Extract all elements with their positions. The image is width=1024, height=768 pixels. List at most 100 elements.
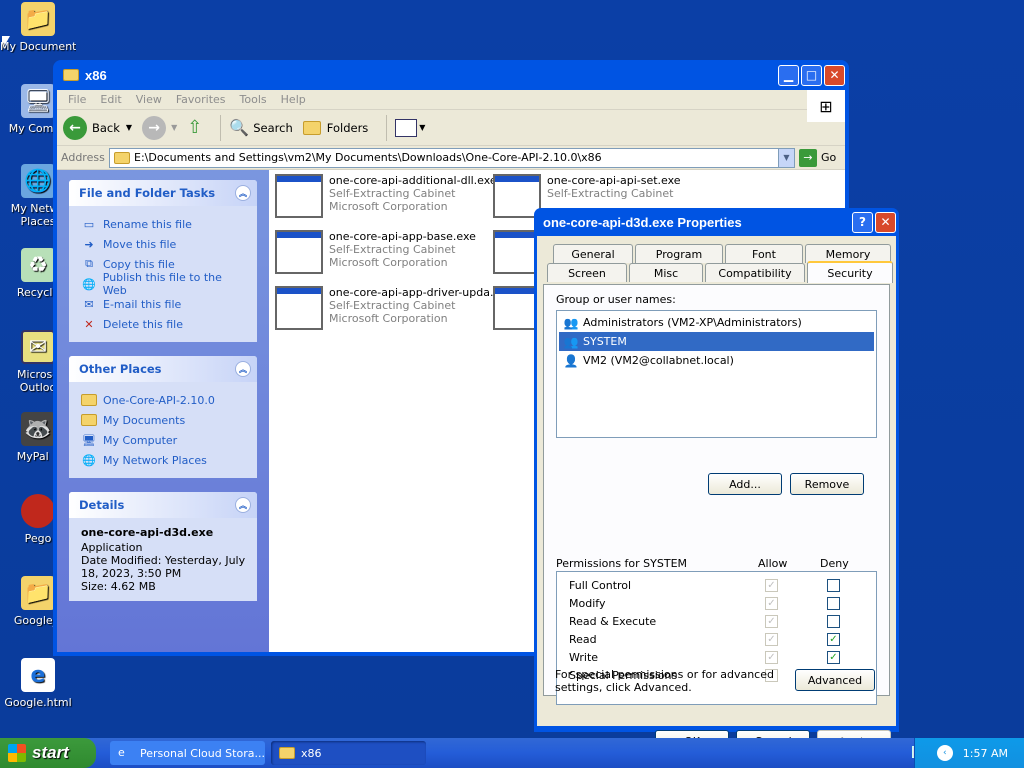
go-button[interactable]: → Go — [799, 148, 845, 167]
file-item[interactable]: one-core-api-additional-dll.exe Self-Ext… — [275, 174, 493, 222]
menu-file[interactable]: File — [68, 93, 86, 106]
views-button[interactable]: ▼ — [395, 118, 425, 137]
go-arrow-icon: → — [799, 148, 817, 167]
folder-icon — [63, 69, 79, 81]
menu-favorites[interactable]: Favorites — [176, 93, 226, 106]
collapse-icon[interactable]: ︽ — [235, 185, 251, 201]
task-move[interactable]: ➜ Move this file — [81, 234, 247, 254]
taskbar-item-personal-cloud[interactable]: e Personal Cloud Stora... — [110, 741, 265, 765]
address-input[interactable]: E:\Documents and Settings\vm2\My Documen… — [109, 147, 795, 168]
rename-icon: ▭ — [83, 217, 95, 231]
other-places-header[interactable]: Other Places ︽ — [69, 356, 257, 382]
tab-strip: General Program Font Memory Screen Misc … — [543, 244, 893, 286]
desktop-icon-google-html[interactable]: e Google.html — [0, 658, 76, 709]
tab-security[interactable]: Security — [807, 261, 893, 283]
computer-icon: 🖥 — [82, 433, 96, 447]
details-modified: Date Modified: Yesterday, July 18, 2023,… — [81, 554, 246, 580]
panel-title: File and Folder Tasks — [79, 186, 216, 200]
details-header[interactable]: Details ︽ — [69, 492, 257, 518]
remove-button[interactable]: Remove — [790, 473, 864, 495]
task-publish[interactable]: 🌐 Publish this file to the Web — [81, 271, 247, 297]
search-button[interactable]: 🔍 Search — [229, 118, 292, 137]
collapse-icon[interactable]: ︽ — [235, 361, 251, 377]
desktop-icon-my-documents[interactable]: 📁 My Documents — [0, 2, 76, 53]
group-label: Group or user names: — [556, 293, 676, 306]
folders-button[interactable]: Folders — [302, 120, 368, 135]
close-button[interactable]: ✕ — [824, 64, 845, 86]
place-my-network[interactable]: 🌐 My Network Places — [81, 450, 247, 470]
go-label: Go — [821, 151, 837, 164]
deny-checkbox[interactable]: ✓ — [827, 632, 840, 646]
collapse-icon[interactable]: ︽ — [235, 497, 251, 513]
deny-checkbox[interactable] — [827, 614, 840, 628]
tab-program[interactable]: Program — [635, 244, 723, 263]
ie-html-icon: e — [21, 658, 55, 692]
chevron-down-icon[interactable]: ▼ — [126, 123, 132, 132]
allow-checkbox: ✓ — [765, 614, 778, 628]
allow-header: Allow — [758, 557, 788, 570]
back-button[interactable]: ← Back ▼ — [63, 115, 132, 140]
chevron-down-icon[interactable]: ▼ — [171, 123, 177, 132]
file-item[interactable]: one-core-api-app-driver-upda... Self-Ext… — [275, 286, 493, 334]
add-button[interactable]: Add... — [708, 473, 782, 495]
network-icon: 🌐 — [82, 453, 96, 467]
advanced-button[interactable]: Advanced — [795, 669, 875, 691]
explorer-titlebar[interactable]: x86 ▁ □ ✕ — [57, 60, 845, 90]
user-group-icon: 👥 — [563, 334, 579, 349]
deny-checkbox[interactable] — [827, 596, 840, 610]
ok-button[interactable]: OK — [655, 730, 729, 738]
windows-flag-icon — [8, 744, 26, 762]
place-my-documents[interactable]: My Documents — [81, 410, 247, 430]
tab-screen[interactable]: Screen — [547, 263, 627, 282]
minimize-button[interactable]: ▁ — [778, 64, 799, 86]
allow-checkbox: ✓ — [765, 632, 778, 646]
other-places-panel: Other Places ︽ One-Core-API-2.10.0 My Do… — [69, 356, 257, 478]
file-tasks-panel: File and Folder Tasks ︽ ▭ Rename this fil… — [69, 180, 257, 342]
menu-help[interactable]: Help — [281, 93, 306, 106]
tab-general[interactable]: General — [553, 244, 633, 263]
user-list-item[interactable]: 👤 VM2 (VM2@collabnet.local) — [559, 351, 874, 370]
taskbar: start e Personal Cloud Stora... x86 ‹ 1:… — [0, 738, 1024, 768]
start-button[interactable]: start — [0, 738, 96, 768]
maximize-button[interactable]: □ — [801, 64, 822, 86]
permissions-header: Permissions for SYSTEM Allow Deny — [556, 557, 877, 571]
menu-view[interactable]: View — [136, 93, 162, 106]
chevron-down-icon[interactable]: ▼ — [778, 148, 794, 167]
task-rename[interactable]: ▭ Rename this file — [81, 214, 247, 234]
up-folder-icon: ⇧ — [187, 117, 203, 138]
task-delete[interactable]: ✕ Delete this file — [81, 314, 247, 334]
forward-button[interactable]: → ▼ — [142, 115, 177, 140]
help-button[interactable]: ? — [852, 211, 873, 233]
deny-checkbox[interactable]: ✓ — [827, 650, 840, 664]
place-one-core-api[interactable]: One-Core-API-2.10.0 — [81, 390, 247, 410]
user-list-item[interactable]: 👥 Administrators (VM2-XP\Administrators) — [559, 313, 874, 332]
task-email[interactable]: ✉ E-mail this file — [81, 294, 247, 314]
dialog-titlebar[interactable]: one-core-api-d3d.exe Properties ? ✕ — [537, 208, 896, 236]
toolbar-separator — [386, 114, 388, 141]
menu-tools[interactable]: Tools — [240, 93, 267, 106]
close-button[interactable]: ✕ — [875, 211, 896, 233]
permission-row: Full Control ✓ — [557, 576, 876, 594]
place-my-computer[interactable]: 🖥 My Computer — [81, 430, 247, 450]
recycle-bin-icon: ♻ — [21, 248, 55, 282]
chevron-down-icon[interactable]: ▼ — [419, 123, 425, 132]
tab-font[interactable]: Font — [725, 244, 803, 263]
taskbar-item-x86[interactable]: x86 — [271, 741, 426, 765]
file-tasks-header[interactable]: File and Folder Tasks ︽ — [69, 180, 257, 206]
application-icon — [275, 174, 323, 218]
task-pane: File and Folder Tasks ︽ ▭ Rename this fil… — [57, 170, 269, 652]
tray-expand-icon[interactable]: ‹ — [936, 745, 953, 761]
clock[interactable]: 1:57 AM — [963, 747, 1008, 760]
menu-edit[interactable]: Edit — [100, 93, 121, 106]
deny-checkbox[interactable] — [827, 578, 840, 592]
cancel-button[interactable]: Cancel — [736, 730, 810, 738]
allow-checkbox: ✓ — [765, 650, 778, 664]
tab-compatibility[interactable]: Compatibility — [705, 263, 805, 282]
up-folder-button[interactable]: ⇧ — [187, 117, 202, 138]
user-list-item[interactable]: 👥 SYSTEM — [559, 332, 874, 351]
system-tray: ‹ 1:57 AM — [914, 738, 1024, 768]
permission-row: Modify ✓ — [557, 594, 876, 612]
menu-bar: File Edit View Favorites Tools Help ⊞ — [57, 90, 845, 122]
file-item[interactable]: one-core-api-app-base.exe Self-Extractin… — [275, 230, 493, 278]
tab-misc[interactable]: Misc — [629, 263, 703, 282]
